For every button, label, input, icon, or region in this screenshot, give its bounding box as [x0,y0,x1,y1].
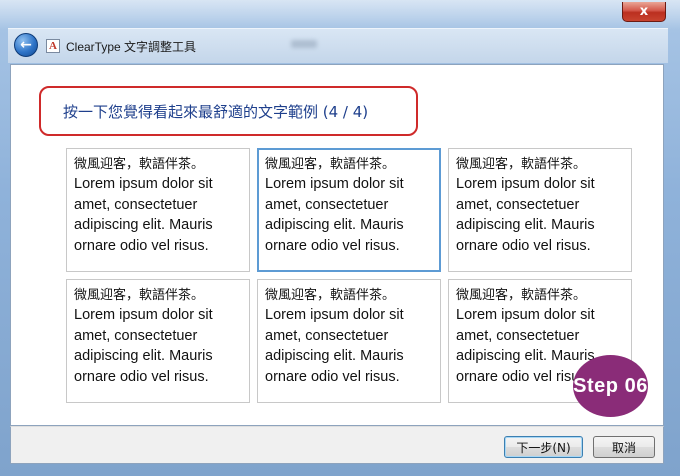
sample-latin-text: Lorem ipsum dolor sit amet, consectetuer… [456,176,595,254]
instruction-heading: 按一下您覺得看起來最舒適的文字範例 (4 / 4) [39,86,418,136]
sample-latin-text: Lorem ipsum dolor sit amet, consectetuer… [74,176,213,254]
next-button[interactable]: 下一步(N) [504,436,583,458]
window-title: ClearType 文字調整工具 [66,40,197,54]
sample-latin-text: Lorem ipsum dolor sit amet, consectetuer… [74,307,213,385]
sample-latin-text: Lorem ipsum dolor sit amet, consectetuer… [265,307,404,385]
button-bar: 下一步(N) 取消 [10,426,664,464]
cleartype-app-icon: A [46,39,60,53]
text-sample-1[interactable]: 微風迎客，軟語伴茶。 Lorem ipsum dolor sit amet, c… [66,148,250,272]
content-area: 按一下您覺得看起來最舒適的文字範例 (4 / 4) 微風迎客，軟語伴茶。 Lor… [10,64,664,426]
close-icon: x [639,4,649,19]
sample-cjk-text: 微風迎客，軟語伴茶。 [265,157,396,172]
sample-cjk-text: 微風迎客，軟語伴茶。 [456,157,587,172]
text-sample-4[interactable]: 微風迎客，軟語伴茶。 Lorem ipsum dolor sit amet, c… [66,279,250,403]
title-bar: ← A ClearType 文字調整工具 [8,28,668,63]
close-button[interactable]: x [622,2,666,22]
sample-cjk-text: 微風迎客，軟語伴茶。 [265,288,396,303]
sample-cjk-text: 微風迎客，軟語伴茶。 [74,288,205,303]
text-sample-2[interactable]: 微風迎客，軟語伴茶。 Lorem ipsum dolor sit amet, c… [257,148,441,272]
sample-cjk-text: 微風迎客，軟語伴茶。 [456,288,587,303]
blurred-text [291,40,317,48]
sample-cjk-text: 微風迎客，軟語伴茶。 [74,157,205,172]
back-button[interactable]: ← [14,33,38,57]
back-arrow-icon: ← [20,37,32,53]
sample-latin-text: Lorem ipsum dolor sit amet, consectetuer… [265,176,404,254]
text-sample-5[interactable]: 微風迎客，軟語伴茶。 Lorem ipsum dolor sit amet, c… [257,279,441,403]
window-frame-highlight [0,0,680,30]
cancel-button[interactable]: 取消 [593,436,655,458]
step-badge: Step 06 [573,355,648,417]
text-sample-3[interactable]: 微風迎客，軟語伴茶。 Lorem ipsum dolor sit amet, c… [448,148,632,272]
